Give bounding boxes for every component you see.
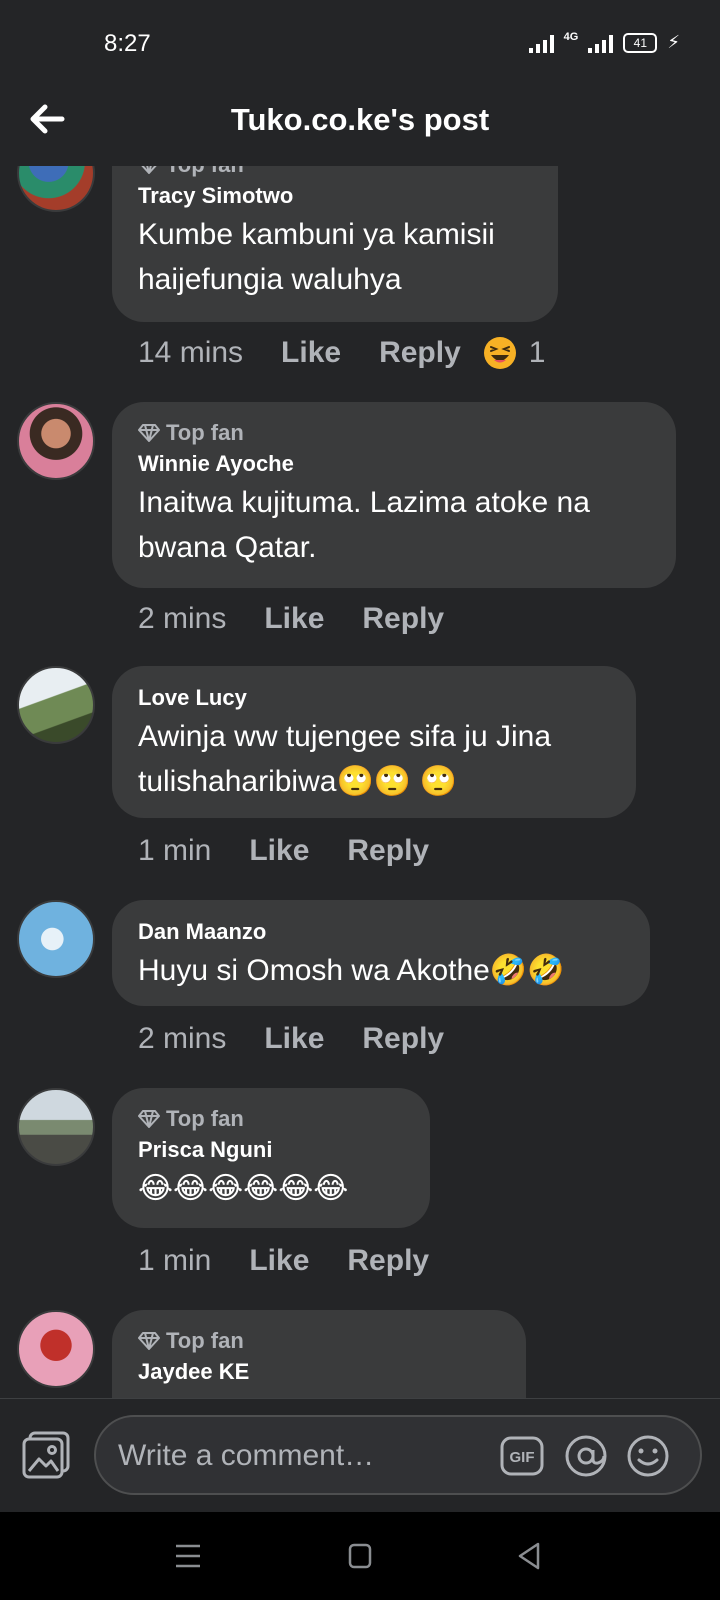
comment-time: 14 mins: [138, 336, 244, 369]
diamond-icon: [138, 424, 160, 442]
charging-icon: ⚡: [667, 32, 680, 52]
comment-actions: 1 min Like Reply: [138, 834, 429, 868]
home-nav-button[interactable]: [342, 1538, 378, 1574]
comment-bubble[interactable]: Dan Maanzo Huyu si Omosh wa Akothe🤣🤣: [112, 900, 650, 1006]
gif-button[interactable]: GIF: [500, 1434, 544, 1478]
smiley-icon: [627, 1435, 669, 1477]
top-fan-label: Top fan: [166, 1328, 244, 1353]
avatar[interactable]: [17, 402, 95, 480]
comment-input[interactable]: Write a comment… GIF: [94, 1415, 702, 1495]
comment-author[interactable]: Jaydee KE: [138, 1356, 500, 1388]
comment-author[interactable]: Prisca Nguni: [138, 1134, 404, 1166]
avatar[interactable]: [17, 1088, 95, 1166]
top-fan-label: Top fan: [166, 1106, 244, 1131]
top-fan-label: Top fan: [166, 420, 244, 445]
battery-level: 41: [633, 35, 648, 50]
status-time: 8:27: [104, 30, 151, 57]
avatar[interactable]: [17, 666, 95, 744]
comment-text: Inaitwa kujituma. Lazima atoke na bwana …: [138, 486, 590, 564]
menu-nav-button[interactable]: [170, 1538, 206, 1574]
comment-author[interactable]: Tracy Simotwo: [138, 180, 532, 212]
signal-icon-2: [588, 33, 614, 53]
reply-button[interactable]: Reply: [379, 336, 461, 370]
like-button[interactable]: Like: [249, 834, 309, 868]
diamond-icon: [141, 166, 157, 174]
comment-text: 😂😂😂😂😂😂: [138, 1172, 349, 1205]
comment-author[interactable]: Winnie Ayoche: [138, 448, 650, 480]
like-button[interactable]: Like: [264, 602, 324, 636]
comment-actions: 2 mins Like Reply: [138, 1022, 444, 1056]
comment-actions: 1 min Like Reply: [138, 1244, 429, 1278]
diamond-icon: [138, 1110, 160, 1128]
top-fan-label: Top fan: [166, 166, 244, 178]
reply-button[interactable]: Reply: [362, 1022, 444, 1056]
comment-bubble[interactable]: Love Lucy Awinja ww tujengee sifa ju Jin…: [112, 666, 636, 818]
photo-icon: [22, 1431, 70, 1479]
avatar[interactable]: [17, 900, 95, 978]
comment-feed[interactable]: Top fan Tracy Simotwo Kumbe kambuni ya k…: [0, 166, 720, 1398]
comment-time: 1 min: [138, 834, 212, 867]
comment-text: Kumbe kambuni ya kamisii haijefungia wal…: [138, 218, 495, 296]
top-fan-badge: Top fan: [138, 166, 532, 180]
comment-time: 1 min: [138, 1244, 212, 1277]
top-fan-badge: Top fan: [138, 1104, 404, 1134]
comment-text: Huyu si Omosh wa Akothe🤣🤣: [138, 954, 565, 987]
comment-bubble[interactable]: Top fan Jaydee KE: [112, 1310, 526, 1398]
comment-bubble[interactable]: Top fan Winnie Ayoche Inaitwa kujituma. …: [112, 402, 676, 588]
reply-button[interactable]: Reply: [347, 834, 429, 868]
comment-time: 2 mins: [138, 1022, 227, 1055]
emoji-button[interactable]: [626, 1434, 670, 1478]
back-triangle-icon: [518, 1542, 540, 1570]
comment-actions: 2 mins Like Reply: [138, 602, 444, 636]
menu-icon: [176, 1544, 200, 1568]
like-button[interactable]: Like: [264, 1022, 324, 1056]
like-button[interactable]: Like: [249, 1244, 309, 1278]
battery-icon: 41: [623, 32, 658, 53]
comment-input-placeholder: Write a comment…: [118, 1439, 375, 1472]
reaction-count: 1: [528, 336, 546, 369]
comment-author[interactable]: Love Lucy: [138, 682, 610, 714]
avatar[interactable]: [17, 166, 95, 212]
status-bar: 8:27 4G 41 ⚡: [0, 0, 720, 90]
like-button[interactable]: Like: [281, 336, 341, 370]
signal-icon: [528, 33, 554, 53]
back-nav-button[interactable]: [512, 1538, 548, 1574]
home-square-icon: [348, 1543, 372, 1569]
reply-button[interactable]: Reply: [362, 602, 444, 636]
mention-button[interactable]: [564, 1434, 608, 1478]
status-icons: 4G 41 ⚡: [528, 30, 680, 53]
photo-button[interactable]: [20, 1429, 72, 1481]
avatar[interactable]: [17, 1310, 95, 1388]
network-type: 4G: [563, 30, 579, 43]
reply-button[interactable]: Reply: [347, 1244, 429, 1278]
comment-author[interactable]: Dan Maanzo: [138, 916, 624, 948]
reaction-summary[interactable]: 1: [483, 336, 546, 370]
comment-bubble[interactable]: Top fan Tracy Simotwo Kumbe kambuni ya k…: [112, 166, 558, 322]
comment-bubble[interactable]: Top fan Prisca Nguni 😂😂😂😂😂😂: [112, 1088, 430, 1228]
gif-icon: GIF: [500, 1436, 544, 1476]
comment-actions: 14 mins Like Reply 1: [138, 336, 545, 370]
comment-time: 2 mins: [138, 602, 227, 635]
top-fan-badge: Top fan: [138, 1326, 500, 1356]
mention-icon: [565, 1435, 607, 1477]
haha-reaction-icon: [483, 337, 516, 369]
header: Tuko.co.ke's post: [0, 90, 720, 166]
comment-text: Awinja ww tujengee sifa ju Jina tulishah…: [138, 720, 552, 798]
gif-label: GIF: [510, 1449, 535, 1466]
comment-composer: Write a comment… GIF: [0, 1398, 720, 1512]
diamond-icon: [138, 1332, 160, 1350]
top-fan-badge: Top fan: [138, 418, 650, 448]
page-title: Tuko.co.ke's post: [230, 102, 490, 137]
system-nav-bar: [0, 1512, 720, 1600]
